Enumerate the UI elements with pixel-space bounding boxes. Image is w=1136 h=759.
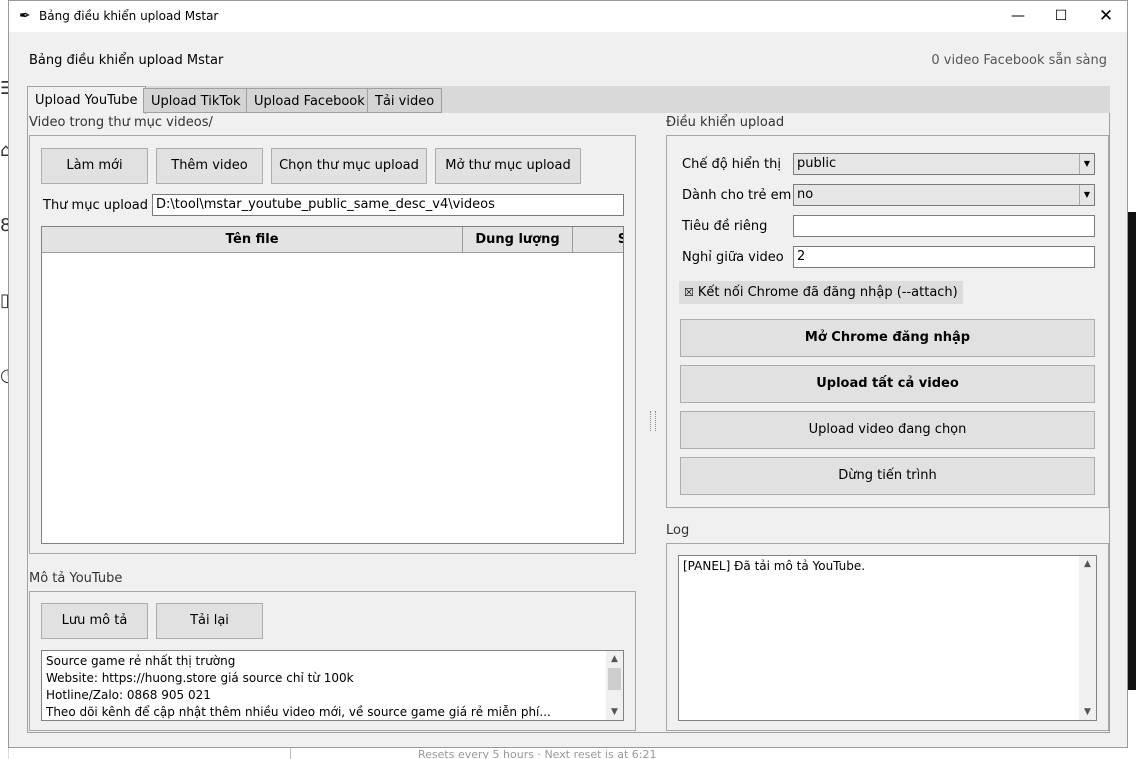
- background-menu-icon: ☰: [0, 78, 8, 99]
- scroll-down-icon[interactable]: ▼: [1079, 704, 1096, 720]
- privacy-label: Chế độ hiển thị: [682, 157, 781, 172]
- refresh-button[interactable]: Làm mới: [41, 148, 148, 184]
- custom-title-field[interactable]: [793, 215, 1095, 237]
- attach-chrome-checkbox[interactable]: ☒ Kết nối Chrome đã đăng nhập (--attach): [679, 281, 963, 304]
- maximize-button[interactable]: ☐: [1038, 1, 1084, 32]
- app-window: ✒ Bảng điều khiển upload Mstar — ☐ ✕ Bản…: [8, 0, 1128, 748]
- upload-all-button[interactable]: Upload tất cả video: [680, 365, 1095, 403]
- reload-description-button[interactable]: Tải lại: [156, 603, 263, 639]
- stop-button[interactable]: Dừng tiến trình: [680, 457, 1095, 495]
- folder-path-field[interactable]: D:\tool\mstar_youtube_public_same_desc_v…: [152, 194, 624, 216]
- attach-chrome-label: Kết nối Chrome đã đăng nhập (--attach): [697, 285, 958, 300]
- window-title: Bảng điều khiển upload Mstar: [39, 9, 219, 23]
- open-folder-button[interactable]: Mở thư mục upload: [435, 148, 581, 184]
- controls-section-label: Điều khiển upload: [666, 115, 785, 130]
- description-textarea[interactable]: Source game rẻ nhất thị trường Website: …: [41, 650, 624, 721]
- close-button[interactable]: ✕: [1083, 1, 1129, 32]
- kids-select[interactable]: no ▼: [793, 184, 1095, 206]
- column-header-filename[interactable]: Tên file: [42, 227, 463, 253]
- tab-upload-facebook[interactable]: Upload Facebook: [246, 88, 373, 113]
- description-line: Website: https://huong.store giá source …: [46, 671, 354, 685]
- title-bar: ✒ Bảng điều khiển upload Mstar — ☐ ✕: [9, 1, 1127, 32]
- folder-label: Thư mục upload: [43, 198, 149, 213]
- log-scrollbar[interactable]: ▲ ▼: [1079, 556, 1096, 720]
- minimize-button[interactable]: —: [995, 1, 1041, 32]
- feather-icon: ✒: [19, 8, 31, 24]
- kids-label: Dành cho trẻ em: [682, 188, 792, 203]
- log-line: [PANEL] Đã tải mô tả YouTube.: [683, 559, 866, 573]
- delay-field[interactable]: 2: [793, 246, 1095, 268]
- video-file-table[interactable]: Tên file Dung lượng S: [41, 226, 624, 544]
- background-home-icon: ⌂: [0, 140, 8, 161]
- background-footer-text: Resets every 5 hours · Next reset is at …: [418, 748, 657, 759]
- videos-section-label: Video trong thư mục videos/: [29, 115, 213, 130]
- description-scrollbar[interactable]: ▲ ▼: [606, 651, 623, 720]
- upload-selected-button[interactable]: Upload video đang chọn: [680, 411, 1095, 449]
- privacy-value: public: [797, 156, 837, 171]
- delay-label: Nghỉ giữa video: [682, 250, 784, 265]
- kids-value: no: [797, 187, 814, 202]
- scroll-up-icon[interactable]: ▲: [606, 651, 623, 667]
- description-line: Source game rẻ nhất thị trường: [46, 654, 236, 668]
- chevron-down-icon[interactable]: ▼: [1079, 154, 1094, 174]
- status-text: 0 video Facebook sẵn sàng: [931, 53, 1107, 68]
- background-clock-icon: ◔: [0, 365, 8, 386]
- tab-download-video[interactable]: Tải video: [367, 88, 443, 113]
- background-link-icon: 8: [0, 215, 8, 236]
- pane-divider[interactable]: [646, 113, 660, 733]
- log-textarea[interactable]: [PANEL] Đã tải mô tả YouTube.: [678, 555, 1097, 721]
- description-section-label: Mô tả YouTube: [29, 571, 123, 586]
- open-chrome-button[interactable]: Mở Chrome đăng nhập: [680, 319, 1095, 357]
- background-right-strip: [1128, 0, 1136, 759]
- description-line: Theo dõi kênh để cập nhật thêm nhiều vid…: [46, 705, 551, 719]
- column-header-status[interactable]: S: [573, 227, 623, 253]
- tab-upload-tiktok[interactable]: Upload TikTok: [143, 88, 249, 113]
- tab-upload-youtube[interactable]: Upload YouTube: [27, 86, 146, 114]
- description-line: Hotline/Zalo: 0868 905 021: [46, 688, 211, 702]
- scroll-down-icon[interactable]: ▼: [606, 704, 623, 720]
- column-header-size[interactable]: Dung lượng: [463, 227, 573, 253]
- add-video-button[interactable]: Thêm video: [156, 148, 263, 184]
- choose-folder-button[interactable]: Chọn thư mục upload: [271, 148, 427, 184]
- background-doc-icon: ▯: [0, 290, 8, 311]
- chevron-down-icon[interactable]: ▼: [1079, 185, 1094, 205]
- scroll-thumb[interactable]: [608, 668, 621, 690]
- log-section-label: Log: [666, 523, 690, 538]
- scroll-up-icon[interactable]: ▲: [1079, 556, 1096, 572]
- checkbox-checked-icon[interactable]: ☒: [684, 281, 694, 304]
- page-title: Bảng điều khiển upload Mstar: [29, 53, 224, 68]
- custom-title-label: Tiêu đề riêng: [682, 219, 768, 234]
- privacy-select[interactable]: public ▼: [793, 153, 1095, 175]
- save-description-button[interactable]: Lưu mô tả: [41, 603, 148, 639]
